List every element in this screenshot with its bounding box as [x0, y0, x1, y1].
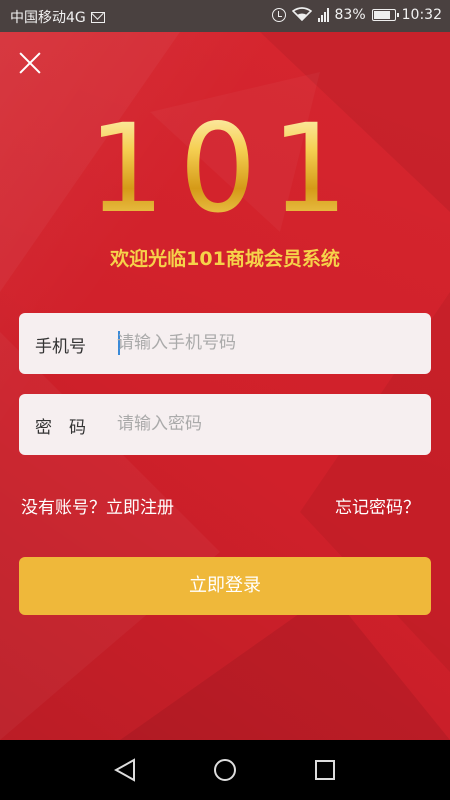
- logo-101: 101: [0, 104, 450, 234]
- back-icon[interactable]: [113, 758, 136, 786]
- carrier-label: 中国移动4G: [10, 10, 86, 26]
- status-bar: 中国移动4G 83% 10:32: [0, 0, 450, 32]
- close-button[interactable]: [18, 51, 42, 75]
- status-right: 83% 10:32: [271, 7, 442, 23]
- wifi-icon: [291, 7, 312, 23]
- signal-icon: [317, 8, 329, 22]
- phone-input[interactable]: [117, 325, 417, 361]
- register-link[interactable]: 没有账号？立即注册: [21, 493, 174, 518]
- password-field[interactable]: 密 码: [19, 394, 431, 455]
- home-icon[interactable]: [213, 758, 237, 782]
- password-input[interactable]: [117, 406, 417, 442]
- forgot-password-link[interactable]: 忘记密码？: [335, 493, 420, 518]
- alarm-icon: [271, 8, 286, 22]
- phone-field[interactable]: 手机号: [19, 313, 431, 374]
- navigation-bar: [0, 740, 450, 800]
- login-screen: 101 欢迎光临101商城会员系统 手机号 密 码 没有账号？立即注册 忘记密码…: [0, 32, 450, 740]
- battery-percent: 83%: [334, 7, 366, 23]
- clock: 10:32: [401, 7, 442, 23]
- status-left: 中国移动4G: [10, 7, 105, 27]
- welcome-title: 欢迎光临101商城会员系统: [110, 248, 340, 270]
- phone-label: 手机号: [35, 337, 86, 357]
- battery-icon: [371, 9, 399, 21]
- mail-icon: [90, 11, 105, 23]
- recent-apps-icon[interactable]: [314, 758, 336, 782]
- login-button[interactable]: 立即登录: [19, 557, 431, 615]
- password-label: 密 码: [35, 418, 86, 438]
